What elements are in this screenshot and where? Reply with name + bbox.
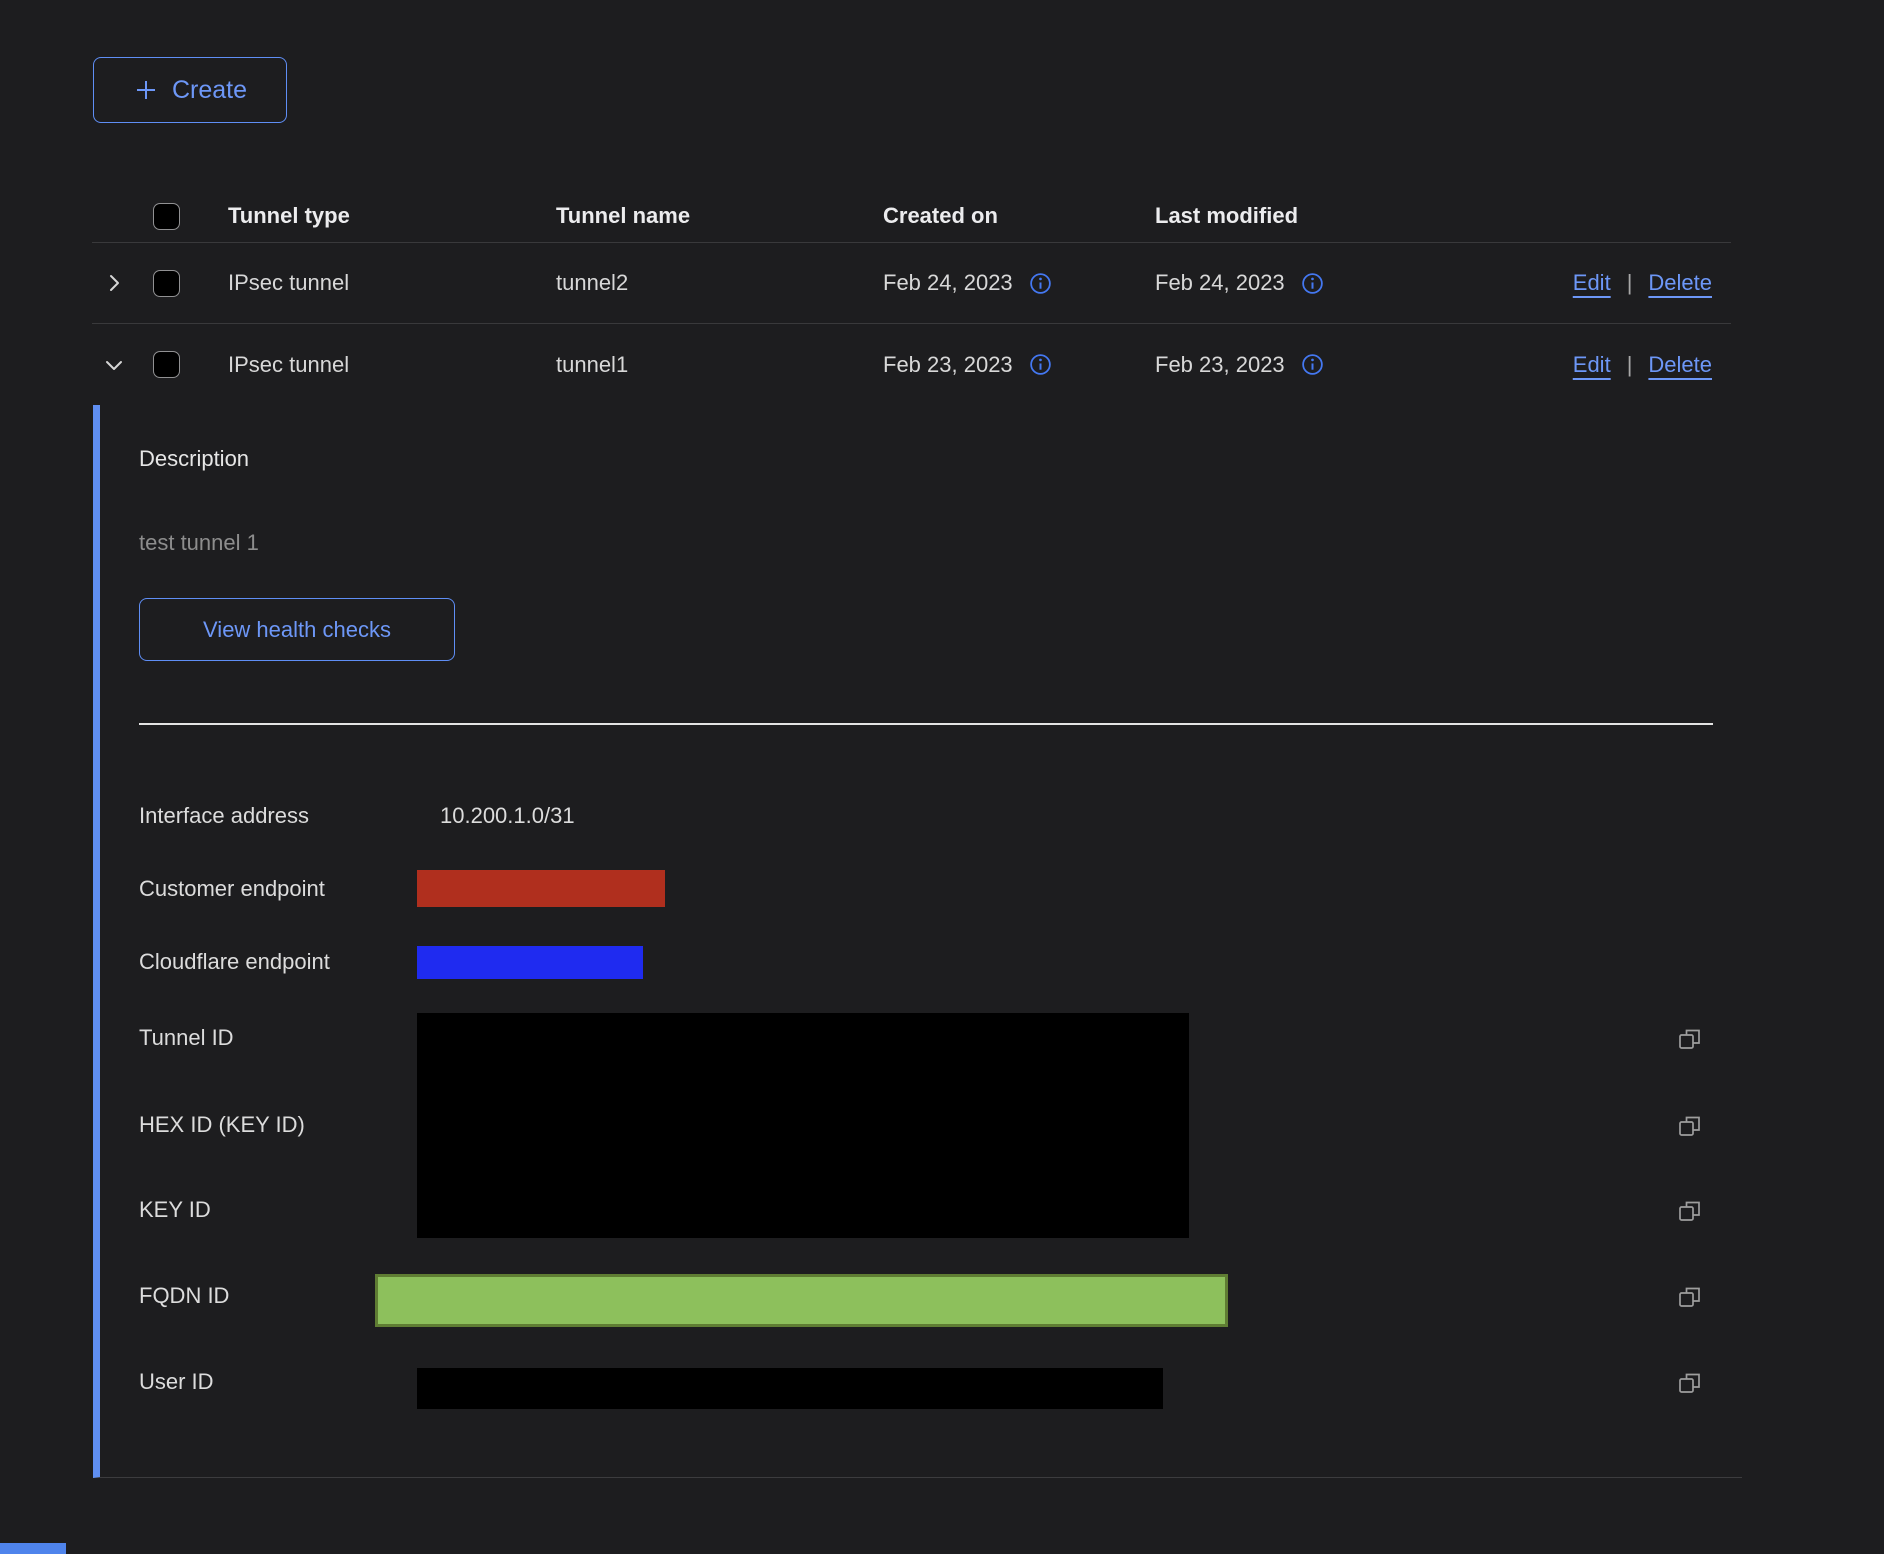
customer-endpoint-label: Customer endpoint bbox=[139, 875, 325, 903]
tunnel-name-cell: tunnel1 bbox=[528, 352, 855, 378]
tunnel-type-cell: IPsec tunnel bbox=[200, 270, 528, 296]
interface-address-value: 10.200.1.0/31 bbox=[440, 802, 575, 830]
last-modified-value: Feb 23, 2023 bbox=[1155, 352, 1285, 378]
tunnel-name-cell: tunnel2 bbox=[528, 270, 855, 296]
info-icon[interactable] bbox=[1028, 271, 1053, 296]
table-header-row: Tunnel type Tunnel name Created on Last … bbox=[92, 190, 1731, 243]
description-value: test tunnel 1 bbox=[139, 529, 259, 557]
table-row: IPsec tunnel tunnel2 Feb 24, 2023 Feb 24… bbox=[92, 243, 1731, 324]
header-last-modified: Last modified bbox=[1127, 203, 1522, 229]
copy-user-id-button[interactable] bbox=[1675, 1368, 1705, 1398]
info-icon[interactable] bbox=[1300, 352, 1325, 377]
hex-id-label: HEX ID (KEY ID) bbox=[139, 1111, 305, 1139]
delete-link[interactable]: Delete bbox=[1648, 352, 1712, 378]
header-created-on: Created on bbox=[855, 203, 1127, 229]
collapse-row-button[interactable] bbox=[92, 354, 136, 376]
delete-link[interactable]: Delete bbox=[1648, 270, 1712, 296]
copy-fqdn-id-button[interactable] bbox=[1675, 1282, 1705, 1312]
header-tunnel-type: Tunnel type bbox=[200, 203, 528, 229]
info-icon[interactable] bbox=[1028, 352, 1053, 377]
section-divider bbox=[139, 723, 1713, 725]
actions-separator: | bbox=[1627, 352, 1633, 378]
fqdn-id-label: FQDN ID bbox=[139, 1282, 229, 1310]
chevron-down-icon bbox=[103, 354, 125, 376]
copy-key-id-button[interactable] bbox=[1675, 1196, 1705, 1226]
tunnel-type-cell: IPsec tunnel bbox=[200, 352, 528, 378]
horizontal-scrollbar-thumb[interactable] bbox=[0, 1543, 66, 1554]
tunnels-table: Tunnel type Tunnel name Created on Last … bbox=[92, 190, 1731, 405]
tunnel-id-label: Tunnel ID bbox=[139, 1024, 234, 1052]
create-button[interactable]: Create bbox=[93, 57, 287, 123]
edit-link[interactable]: Edit bbox=[1573, 352, 1611, 378]
last-modified-value: Feb 24, 2023 bbox=[1155, 270, 1285, 296]
row-actions: Edit | Delete bbox=[1522, 352, 1731, 378]
copy-hex-id-button[interactable] bbox=[1675, 1111, 1705, 1141]
key-id-label: KEY ID bbox=[139, 1196, 211, 1224]
cloudflare-endpoint-redaction bbox=[417, 946, 643, 979]
row-checkbox[interactable] bbox=[153, 270, 180, 297]
ids-redaction-block bbox=[417, 1013, 1189, 1238]
customer-endpoint-redaction bbox=[417, 870, 665, 907]
interface-address-label: Interface address bbox=[139, 802, 309, 830]
header-tunnel-name: Tunnel name bbox=[528, 203, 855, 229]
user-id-label: User ID bbox=[139, 1368, 214, 1396]
chevron-right-icon bbox=[103, 272, 125, 294]
created-on-value: Feb 24, 2023 bbox=[883, 270, 1013, 296]
create-button-label: Create bbox=[172, 76, 247, 105]
copy-tunnel-id-button[interactable] bbox=[1675, 1024, 1705, 1054]
info-icon[interactable] bbox=[1300, 271, 1325, 296]
created-on-cell: Feb 23, 2023 bbox=[855, 352, 1127, 378]
expand-row-button[interactable] bbox=[92, 272, 136, 294]
row-actions: Edit | Delete bbox=[1522, 270, 1731, 296]
fqdn-id-redaction bbox=[375, 1274, 1228, 1327]
description-label: Description bbox=[139, 445, 249, 473]
row-checkbox[interactable] bbox=[153, 351, 180, 378]
cloudflare-endpoint-label: Cloudflare endpoint bbox=[139, 948, 330, 976]
table-row: IPsec tunnel tunnel1 Feb 23, 2023 Feb 23… bbox=[92, 324, 1731, 405]
plus-icon bbox=[133, 77, 159, 103]
user-id-redaction bbox=[417, 1368, 1163, 1409]
view-health-checks-button[interactable]: View health checks bbox=[139, 598, 455, 661]
tunnel-detail-panel: Description test tunnel 1 View health ch… bbox=[93, 405, 1742, 1478]
actions-separator: | bbox=[1627, 270, 1633, 296]
created-on-cell: Feb 24, 2023 bbox=[855, 270, 1127, 296]
last-modified-cell: Feb 23, 2023 bbox=[1127, 352, 1522, 378]
created-on-value: Feb 23, 2023 bbox=[883, 352, 1013, 378]
edit-link[interactable]: Edit bbox=[1573, 270, 1611, 296]
select-all-checkbox[interactable] bbox=[153, 203, 180, 230]
last-modified-cell: Feb 24, 2023 bbox=[1127, 270, 1522, 296]
